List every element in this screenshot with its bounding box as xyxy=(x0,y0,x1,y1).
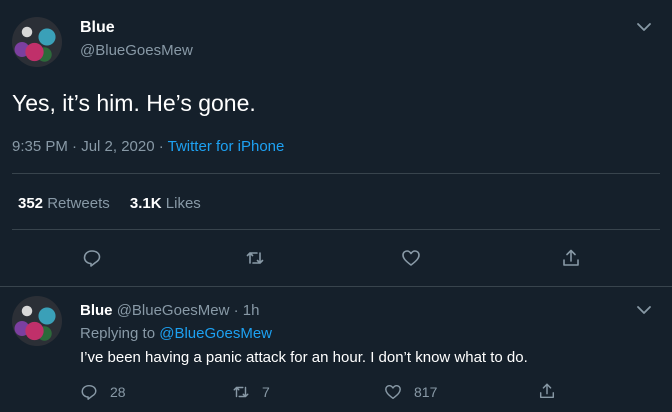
likes-label: Likes xyxy=(165,195,201,212)
author-handle[interactable]: @BlueGoesMew xyxy=(80,42,193,59)
author-display-name[interactable]: Blue xyxy=(80,19,115,37)
like-count: 817 xyxy=(414,384,438,400)
reply-display-name[interactable]: Blue xyxy=(80,302,113,319)
retweet-count: 7 xyxy=(262,384,270,400)
tweet-source-link[interactable]: Twitter for iPhone xyxy=(168,138,285,155)
reply-icon xyxy=(80,383,98,401)
reply-text: I’ve been having a panic attack for an h… xyxy=(80,349,528,366)
retweet-icon xyxy=(232,383,250,401)
reply-header: Blue @BlueGoesMew · 1h xyxy=(80,302,259,319)
retweets-stat[interactable]: 352 Retweets xyxy=(18,195,114,212)
replying-to-handle[interactable]: @BlueGoesMew xyxy=(159,325,272,342)
retweets-count: 352 xyxy=(18,195,44,212)
reply-action-reply[interactable]: 28 xyxy=(80,383,126,401)
share-icon[interactable] xyxy=(561,248,581,268)
reply-icon[interactable] xyxy=(82,248,102,268)
retweet-icon[interactable] xyxy=(245,248,265,268)
likes-stat[interactable]: 3.1K Likes xyxy=(130,195,201,212)
reply-action-share[interactable] xyxy=(538,382,556,400)
likes-count: 3.1K xyxy=(129,195,162,212)
chevron-down-icon[interactable] xyxy=(634,300,654,320)
chevron-down-icon[interactable] xyxy=(634,17,654,37)
replying-to-label: Replying to xyxy=(80,325,156,342)
heart-icon[interactable] xyxy=(401,248,421,268)
reply-action-retweet[interactable]: 7 xyxy=(232,383,270,401)
divider xyxy=(12,173,660,174)
reply-action-like[interactable]: 817 xyxy=(384,383,437,401)
divider xyxy=(12,229,660,230)
reply-count: 28 xyxy=(110,384,126,400)
tweet-text: Yes, it’s him. He’s gone. xyxy=(12,90,256,116)
engagement-stats: 352 Retweets 3.1K Likes xyxy=(18,195,201,212)
tweet-timestamp[interactable]: 9:35 PM · Jul 2, 2020 · xyxy=(12,138,168,155)
retweets-label: Retweets xyxy=(47,195,110,212)
share-icon xyxy=(538,382,556,400)
thread-divider xyxy=(0,286,672,287)
tweet-meta: 9:35 PM · Jul 2, 2020 · Twitter for iPho… xyxy=(12,138,284,155)
replying-to: Replying to @BlueGoesMew xyxy=(80,325,272,342)
heart-icon xyxy=(384,383,402,401)
reply-handle-time[interactable]: @BlueGoesMew · 1h xyxy=(117,302,260,319)
reply-avatar[interactable] xyxy=(12,296,62,346)
avatar[interactable] xyxy=(12,17,62,67)
